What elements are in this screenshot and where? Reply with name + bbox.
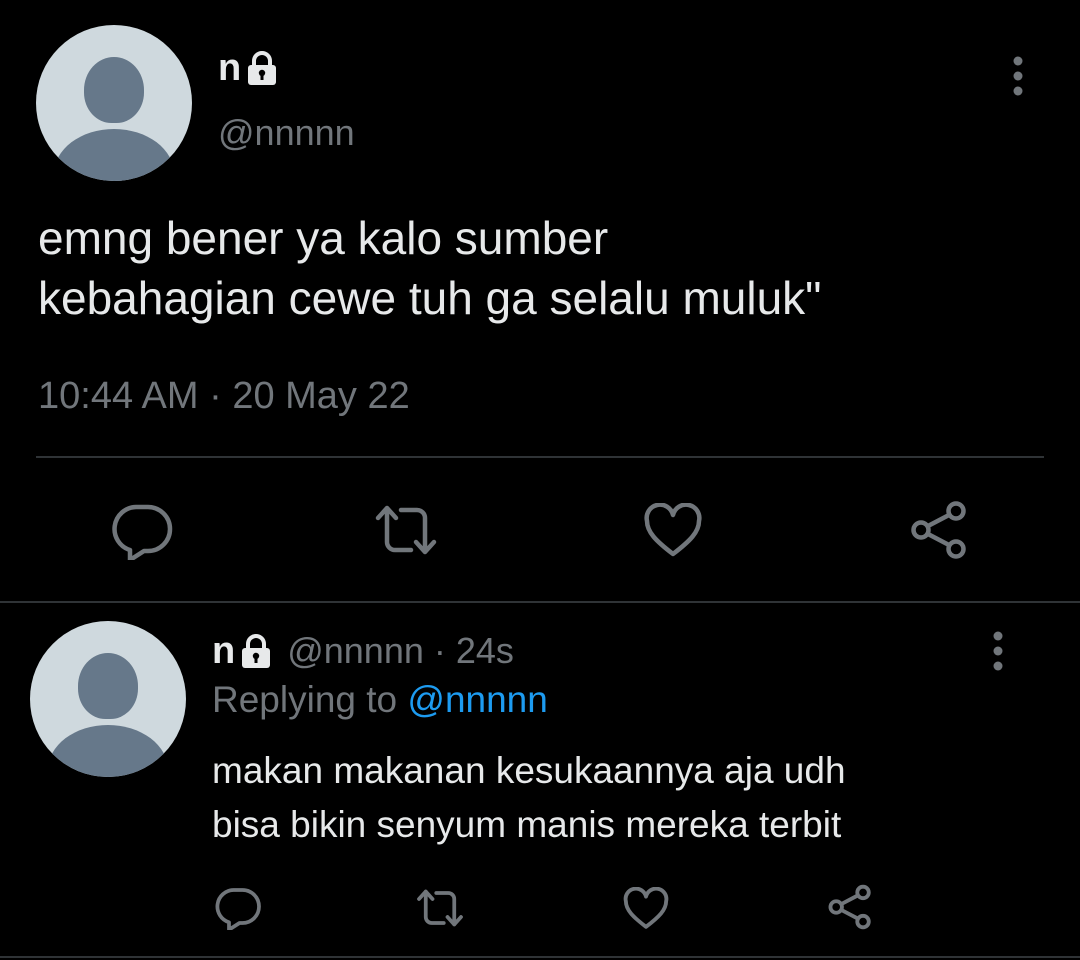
avatar[interactable] bbox=[30, 621, 186, 777]
reply-icon[interactable] bbox=[110, 502, 174, 560]
reply-header: n @nnnnn · 24s bbox=[212, 628, 514, 674]
main-tweet[interactable]: n @nnnnn emng bener ya kalo sumber kebah… bbox=[0, 0, 1080, 602]
tweet-text-line: kebahagian cewe tuh ga selalu muluk" bbox=[38, 272, 822, 324]
avatar-body bbox=[48, 725, 168, 777]
replying-to-mention[interactable]: @nnnnn bbox=[407, 679, 547, 720]
share-icon[interactable] bbox=[826, 884, 874, 930]
display-name[interactable]: n bbox=[212, 628, 273, 674]
tweet-text: emng bener ya kalo sumber kebahagian cew… bbox=[38, 208, 1048, 328]
avatar[interactable] bbox=[36, 25, 192, 181]
avatar-head bbox=[78, 653, 138, 719]
replying-to-label: Replying to bbox=[212, 679, 398, 720]
lock-icon bbox=[242, 634, 271, 668]
reply-text-line: bisa bikin senyum manis mereka terbit bbox=[212, 804, 842, 845]
divider bbox=[36, 456, 1044, 458]
tweet-timestamp[interactable]: 10:44 AM · 20 May 22 bbox=[38, 372, 410, 420]
display-name-text: n bbox=[218, 47, 242, 89]
like-icon[interactable] bbox=[642, 503, 704, 559]
divider bbox=[0, 601, 1080, 603]
divider bbox=[0, 956, 1080, 958]
separator-dot: · bbox=[433, 630, 446, 671]
tweet-text-line: emng bener ya kalo sumber bbox=[38, 212, 609, 264]
display-name[interactable]: n bbox=[218, 44, 279, 92]
avatar-body bbox=[54, 129, 174, 181]
replying-to: Replying to @nnnnn bbox=[212, 676, 548, 724]
tweet-thread: n @nnnnn emng bener ya kalo sumber kebah… bbox=[0, 0, 1080, 960]
more-vertical-icon[interactable] bbox=[1006, 55, 1030, 97]
lock-icon bbox=[248, 51, 277, 85]
user-handle[interactable]: @nnnnn bbox=[287, 628, 424, 674]
reply-text-line: makan makanan kesukaannya aja udh bbox=[212, 750, 846, 791]
like-icon[interactable] bbox=[622, 887, 670, 931]
display-name-text: n bbox=[212, 630, 236, 672]
avatar-head bbox=[84, 57, 144, 123]
retweet-icon[interactable] bbox=[372, 502, 440, 558]
reply-age[interactable]: 24s bbox=[456, 628, 514, 674]
reply-icon[interactable] bbox=[214, 886, 262, 930]
retweet-icon[interactable] bbox=[414, 887, 466, 929]
reply-text: makan makanan kesukaannya aja udh bisa b… bbox=[212, 744, 1052, 852]
share-icon[interactable] bbox=[908, 500, 970, 560]
more-vertical-icon[interactable] bbox=[986, 630, 1010, 672]
user-handle[interactable]: @nnnnn bbox=[218, 110, 355, 156]
